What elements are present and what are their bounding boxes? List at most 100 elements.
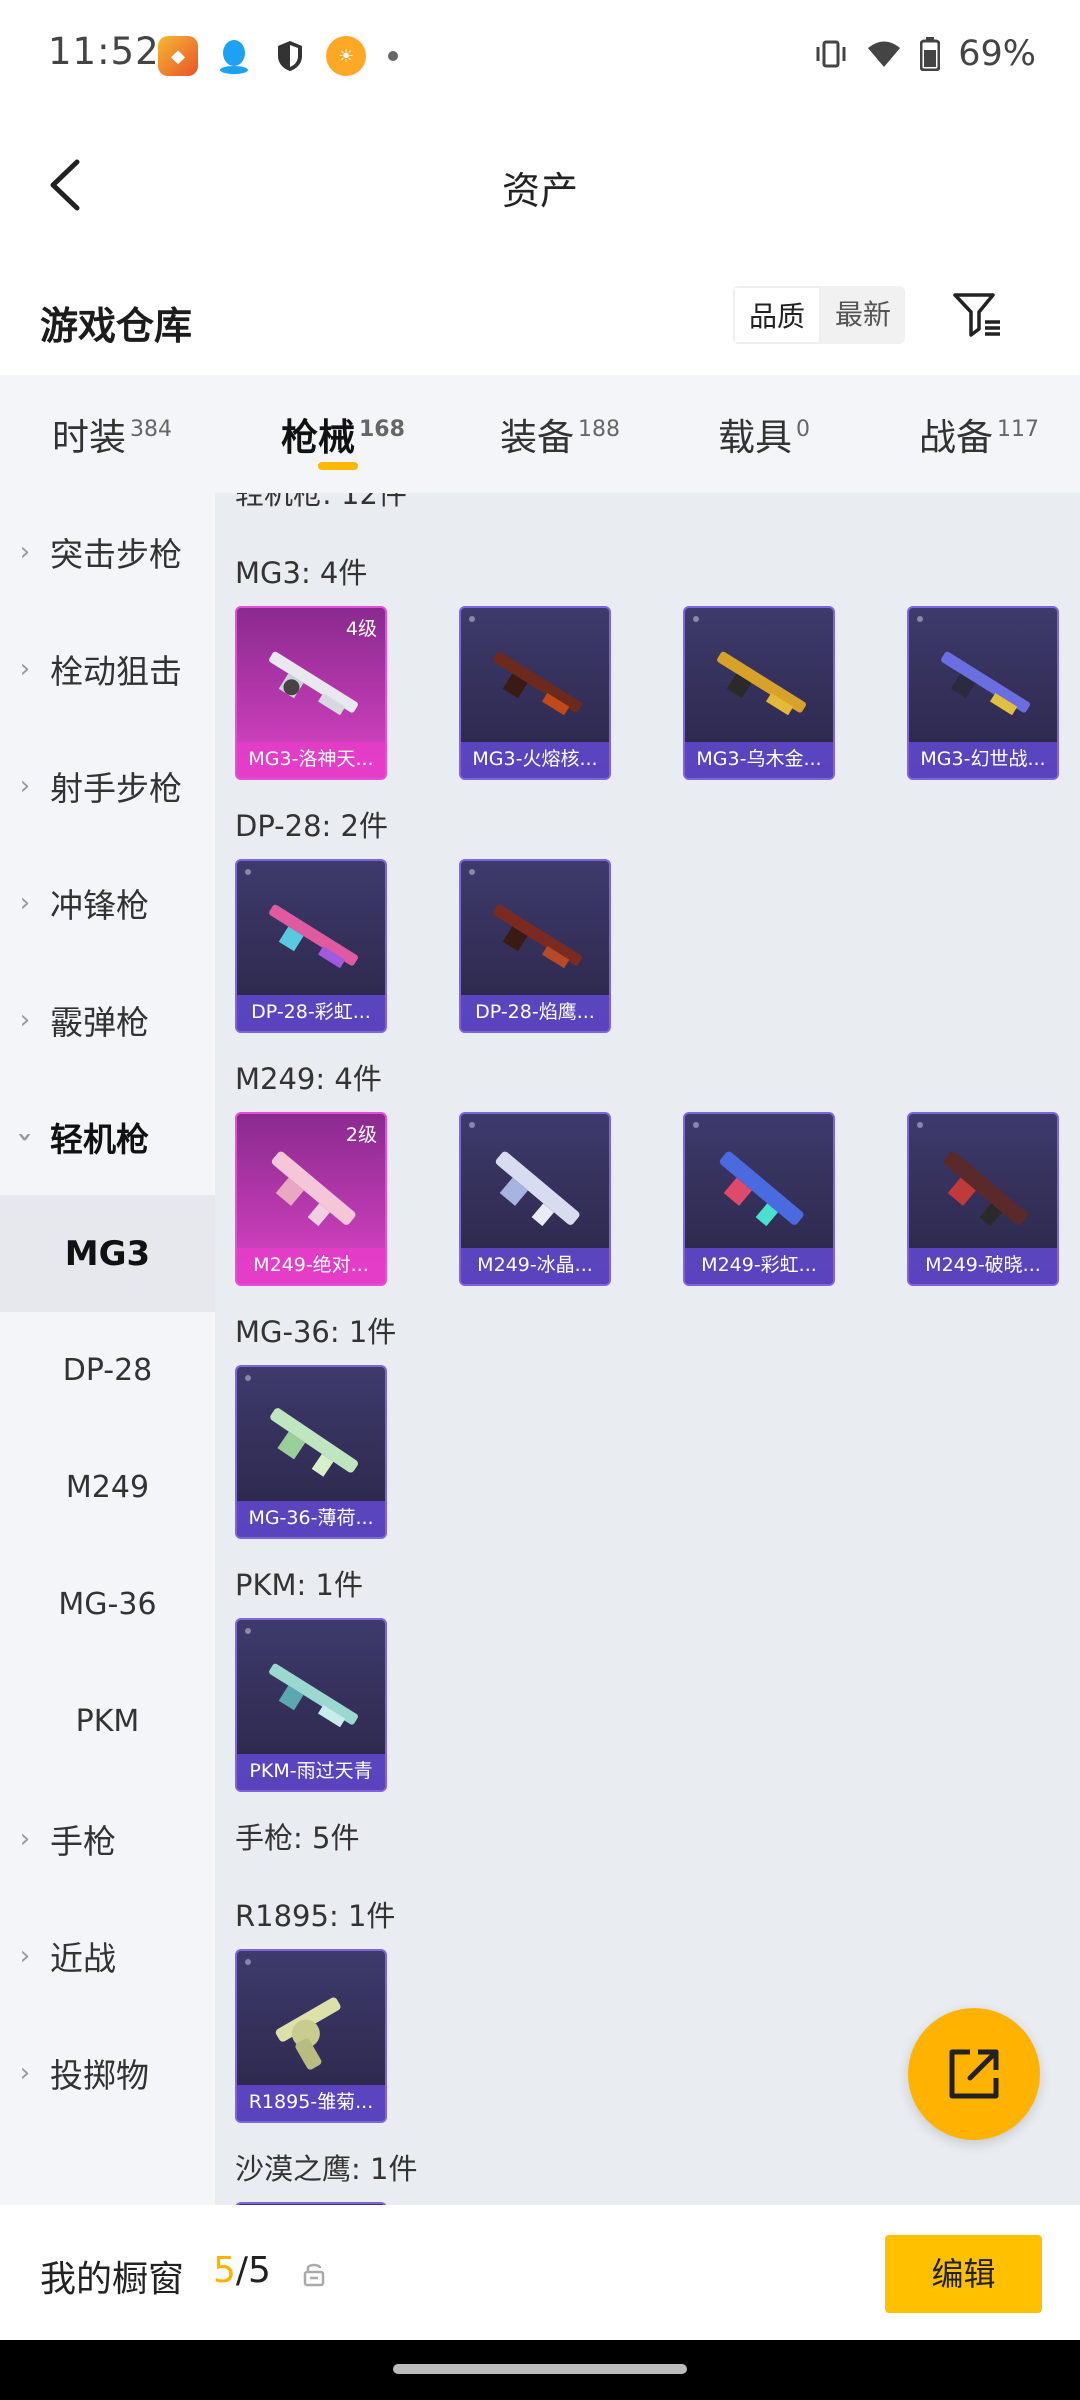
sidebar-item-label: 霰弹枪 bbox=[50, 1002, 149, 1042]
showcase-current: 5 bbox=[213, 2250, 236, 2291]
wifi-icon bbox=[868, 41, 901, 67]
sidebar-sub-pkm[interactable]: PKM bbox=[0, 1663, 215, 1780]
skin-name: M249-彩虹... bbox=[685, 1248, 833, 1284]
showcase-bar: 我的橱窗 5/5 编辑 bbox=[0, 2205, 1080, 2340]
group-title-desert-eagle: 沙漠之鹰: 1件 bbox=[235, 2152, 418, 2186]
skin-card[interactable]: M249-破晓... bbox=[907, 1112, 1059, 1286]
warehouse-title: 游戏仓库 bbox=[40, 304, 193, 348]
tab-count: 168 bbox=[359, 417, 405, 442]
showcase-count: 5/5 bbox=[213, 2250, 271, 2291]
machine-gun-icon bbox=[269, 651, 358, 716]
more-notifications-dot bbox=[388, 51, 398, 61]
skin-card[interactable]: MG-36-薄荷... bbox=[235, 1365, 387, 1539]
sidebar-sub-mg36[interactable]: MG-36 bbox=[0, 1546, 215, 1663]
machine-gun-icon bbox=[270, 1408, 358, 1477]
sidebar-item-label: 栓动狙击 bbox=[50, 651, 182, 691]
revolver-icon bbox=[275, 1997, 341, 2070]
tab-equipment[interactable]: 装备 188 bbox=[500, 407, 620, 461]
group-title-pkm: PKM: 1件 bbox=[235, 1568, 363, 1602]
sidebar-sub-m249[interactable]: M249 bbox=[0, 1429, 215, 1546]
battery-icon bbox=[920, 37, 941, 71]
skin-card[interactable]: DP-28-焰鹰... bbox=[459, 859, 611, 1033]
skin-card[interactable]: PKM-雨过天青 bbox=[235, 1618, 387, 1792]
sidebar-item-label: 投掷物 bbox=[50, 2055, 149, 2095]
tab-label: 枪械 bbox=[281, 416, 355, 459]
tab-count: 0 bbox=[796, 417, 810, 442]
sparkle-dot bbox=[469, 616, 475, 622]
section-header-pistol: 手枪: 5件 bbox=[235, 1821, 360, 1855]
tab-label: 战备 bbox=[919, 416, 993, 459]
vibrate-icon bbox=[816, 40, 846, 68]
weapon-category-sidebar: › 突击步枪 › 栓动狙击 › 射手步枪 › 冲锋枪 › 霰弹枪 › 轻机枪 MG3 DP-… bbox=[0, 493, 215, 2205]
item-grid[interactable]: 轻机枪: 12件 MG3: 4件 4级 MG3-洛神天... MG3-火熔核..… bbox=[215, 493, 1080, 2205]
skin-card[interactable]: M249-冰晶... bbox=[459, 1112, 611, 1286]
chevron-right-icon: › bbox=[19, 1004, 31, 1035]
game-app-icon: ◆ bbox=[158, 36, 198, 76]
sparkle-dot bbox=[917, 1122, 923, 1128]
group-title-mg36: MG-36: 1件 bbox=[235, 1315, 397, 1349]
skin-card[interactable]: MG3-火熔核... bbox=[459, 606, 611, 780]
sidebar-item-dmr[interactable]: › 射手步枪 bbox=[0, 727, 215, 844]
chevron-right-icon: › bbox=[19, 887, 31, 918]
sidebar-item-throwable[interactable]: › 投掷物 bbox=[0, 2014, 215, 2131]
tab-supplies[interactable]: 战备 117 bbox=[919, 407, 1039, 461]
skin-card[interactable]: M249-彩虹... bbox=[683, 1112, 835, 1286]
machine-gun-icon bbox=[269, 904, 358, 969]
warehouse-header: 游戏仓库 品质 最新 bbox=[0, 255, 1080, 375]
skin-card[interactable]: 2级 M249-绝对... bbox=[235, 1112, 387, 1286]
section-header-lmg: 轻机枪: 12件 bbox=[235, 493, 407, 511]
sidebar-item-assault-rifle[interactable]: › 突击步枪 bbox=[0, 493, 215, 610]
skin-card[interactable]: DP-28-彩虹... bbox=[235, 859, 387, 1033]
sidebar-sub-mg3[interactable]: MG3 bbox=[0, 1195, 215, 1312]
skin-name: MG3-火熔核... bbox=[461, 742, 609, 778]
skin-name: DP-28-彩虹... bbox=[237, 995, 385, 1031]
home-gesture-handle[interactable] bbox=[393, 2364, 687, 2374]
sidebar-item-label: 轻机枪 bbox=[50, 1119, 149, 1159]
battery-percent: 69% bbox=[958, 34, 1036, 74]
level-badge: 2级 bbox=[345, 1124, 377, 1146]
app-header: 资产 bbox=[0, 115, 1080, 255]
sidebar-item-lmg[interactable]: › 轻机枪 bbox=[0, 1078, 215, 1195]
sidebar-item-pistol[interactable]: › 手枪 bbox=[0, 1780, 215, 1897]
sort-latest-button[interactable]: 最新 bbox=[821, 286, 905, 344]
skin-name: MG3-乌木金... bbox=[685, 742, 833, 778]
sidebar-item-smg[interactable]: › 冲锋枪 bbox=[0, 844, 215, 961]
sparkle-dot bbox=[469, 1122, 475, 1128]
tab-label: 时装 bbox=[52, 416, 126, 459]
skin-name: R1895-雏菊... bbox=[237, 2085, 385, 2121]
chevron-right-icon: › bbox=[19, 536, 31, 567]
sidebar-item-melee[interactable]: › 近战 bbox=[0, 1897, 215, 2014]
sort-quality-button[interactable]: 品质 bbox=[733, 286, 822, 344]
tab-vehicles[interactable]: 载具 0 bbox=[718, 407, 810, 461]
qq-icon bbox=[214, 36, 254, 76]
sidebar-sub-dp28[interactable]: DP-28 bbox=[0, 1312, 215, 1429]
filter-button[interactable] bbox=[948, 285, 1008, 345]
share-button[interactable] bbox=[908, 2008, 1040, 2140]
skin-card[interactable]: 4级 MG3-洛神天... bbox=[235, 606, 387, 780]
machine-gun-icon bbox=[271, 1151, 356, 1227]
skin-card[interactable]: MG3-乌木金... bbox=[683, 606, 835, 780]
chevron-right-icon: › bbox=[19, 2057, 31, 2088]
sparkle-dot bbox=[245, 869, 251, 875]
edit-button[interactable]: 编辑 bbox=[885, 2235, 1042, 2313]
tab-firearms[interactable]: 枪械 168 bbox=[281, 407, 405, 461]
skin-name: MG3-洛神天... bbox=[237, 742, 385, 778]
tab-count: 384 bbox=[130, 417, 172, 442]
skin-card[interactable]: MG3-幻世战... bbox=[907, 606, 1059, 780]
skin-name: MG-36-薄荷... bbox=[237, 1501, 385, 1537]
sidebar-item-label: 射手步枪 bbox=[50, 768, 182, 808]
machine-gun-icon bbox=[493, 904, 582, 969]
showcase-title: 我的橱窗 bbox=[40, 2259, 185, 2300]
machine-gun-icon bbox=[493, 651, 582, 716]
external-link-icon bbox=[949, 2049, 999, 2099]
sidebar-item-label: 冲锋枪 bbox=[50, 885, 149, 925]
sidebar-item-shotgun[interactable]: › 霰弹枪 bbox=[0, 961, 215, 1078]
level-badge: 4级 bbox=[345, 618, 377, 640]
skin-name: PKM-雨过天青 bbox=[237, 1754, 385, 1790]
sidebar-item-label: 近战 bbox=[50, 1938, 116, 1978]
chevron-right-icon: › bbox=[19, 770, 31, 801]
skin-card[interactable]: R1895-雏菊... bbox=[235, 1949, 387, 2123]
tab-costume[interactable]: 时装 384 bbox=[52, 407, 172, 461]
tab-count: 188 bbox=[578, 417, 620, 442]
sidebar-item-bolt-sniper[interactable]: › 栓动狙击 bbox=[0, 610, 215, 727]
